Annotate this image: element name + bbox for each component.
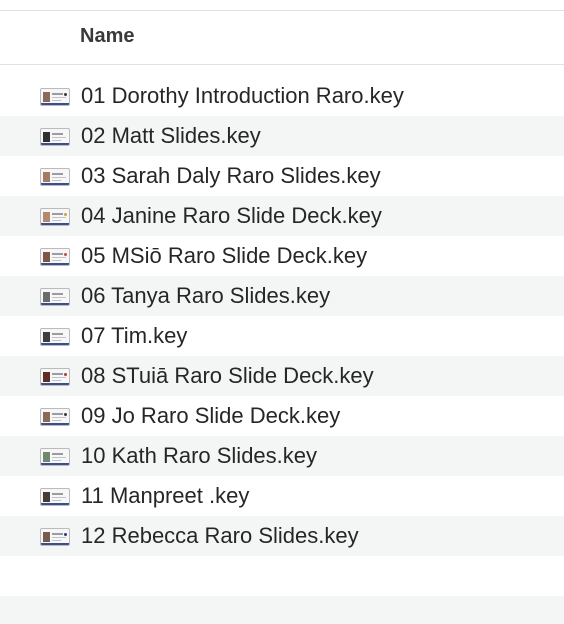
file-name: 09 Jo Raro Slide Deck.key — [81, 403, 341, 428]
keynote-file-icon — [40, 288, 70, 306]
file-list: 01 Dorothy Introduction Raro.key 02 Matt… — [0, 76, 564, 556]
file-row[interactable]: 11 Manpreet .key — [0, 476, 564, 516]
keynote-file-icon — [40, 168, 70, 186]
keynote-file-icon — [40, 328, 70, 346]
file-row[interactable]: 08 STuiā Raro Slide Deck.key — [0, 356, 564, 396]
finder-window: Name 01 Dorothy Introduction Raro.key 02… — [0, 0, 564, 624]
file-name: 01 Dorothy Introduction Raro.key — [81, 83, 404, 108]
file-row[interactable]: 06 Tanya Raro Slides.key — [0, 276, 564, 316]
keynote-file-icon — [40, 448, 70, 466]
file-name: 10 Kath Raro Slides.key — [81, 443, 318, 468]
file-row[interactable]: 10 Kath Raro Slides.key — [0, 436, 564, 476]
file-name: 05 MSiō Raro Slide Deck.key — [81, 243, 368, 268]
keynote-file-icon — [40, 88, 70, 106]
name-column-header[interactable]: Name — [80, 25, 134, 48]
file-name: 04 Janine Raro Slide Deck.key — [81, 203, 382, 228]
file-name: 08 STuiā Raro Slide Deck.key — [81, 363, 374, 388]
keynote-file-icon — [40, 408, 70, 426]
keynote-file-icon — [40, 528, 70, 546]
file-name: 07 Tim.key — [81, 323, 188, 348]
file-name: 12 Rebecca Raro Slides.key — [81, 523, 359, 548]
file-name: 02 Matt Slides.key — [81, 123, 261, 148]
file-name: 03 Sarah Daly Raro Slides.key — [81, 163, 381, 188]
keynote-file-icon — [40, 248, 70, 266]
file-row[interactable]: 07 Tim.key — [0, 316, 564, 356]
file-row[interactable]: 09 Jo Raro Slide Deck.key — [0, 396, 564, 436]
empty-row — [0, 596, 564, 624]
keynote-file-icon — [40, 128, 70, 146]
file-name: 11 Manpreet .key — [81, 483, 250, 508]
file-row[interactable]: 02 Matt Slides.key — [0, 116, 564, 156]
column-header: Name — [0, 11, 564, 65]
keynote-file-icon — [40, 488, 70, 506]
keynote-file-icon — [40, 208, 70, 226]
file-row[interactable]: 01 Dorothy Introduction Raro.key — [0, 76, 564, 116]
file-row[interactable]: 12 Rebecca Raro Slides.key — [0, 516, 564, 556]
keynote-file-icon — [40, 368, 70, 386]
file-row[interactable]: 04 Janine Raro Slide Deck.key — [0, 196, 564, 236]
file-row[interactable]: 03 Sarah Daly Raro Slides.key — [0, 156, 564, 196]
file-name: 06 Tanya Raro Slides.key — [81, 283, 331, 308]
file-row[interactable]: 05 MSiō Raro Slide Deck.key — [0, 236, 564, 276]
